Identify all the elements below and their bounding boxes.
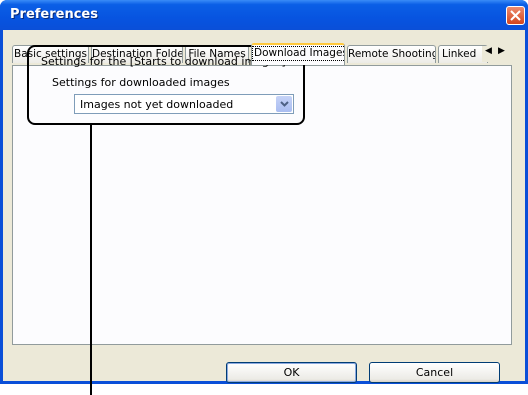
scroll-right-icon[interactable]: ▶ bbox=[498, 46, 505, 56]
tab-label: Remote Shooting bbox=[348, 48, 436, 60]
title-bar[interactable]: Preferences bbox=[0, 0, 528, 30]
tab-label: Download Images bbox=[252, 46, 344, 61]
cancel-button[interactable]: Cancel bbox=[369, 362, 500, 383]
ok-button[interactable]: OK bbox=[226, 362, 357, 383]
close-icon bbox=[510, 10, 521, 21]
tab-download-images[interactable]: Download Images bbox=[251, 43, 345, 65]
tab-linked[interactable]: Linked bbox=[438, 45, 488, 63]
scroll-left-icon[interactable]: ◀ bbox=[485, 46, 492, 56]
callout-pointer-line bbox=[90, 124, 92, 395]
close-button[interactable] bbox=[506, 6, 525, 25]
tab-remote-shooting[interactable]: Remote Shooting bbox=[347, 45, 436, 63]
tab-scroll-buttons: ◀ ▶ bbox=[482, 46, 510, 62]
tab-label: Linked bbox=[442, 48, 477, 60]
window-title: Preferences bbox=[10, 7, 98, 22]
